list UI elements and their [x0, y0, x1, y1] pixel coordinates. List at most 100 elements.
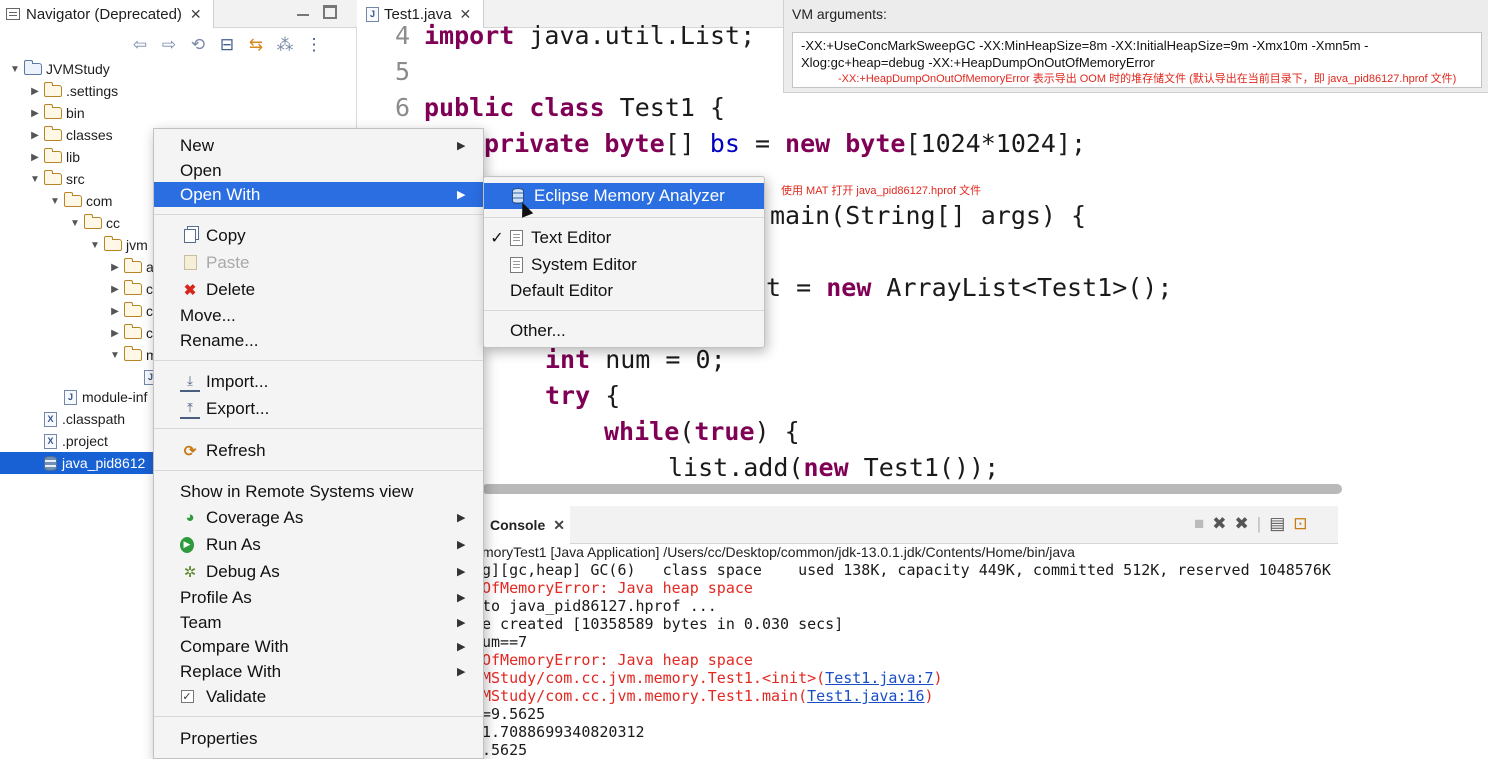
forward-arrow-icon[interactable]: ⇨ — [159, 35, 179, 55]
menu-item-run-as[interactable]: ▶ Run As ▶ — [154, 532, 483, 557]
menu-item-coverage-as[interactable]: ◕ Coverage As ▶ — [154, 505, 483, 530]
tree-item-folder[interactable]: ▼ m — [108, 344, 158, 366]
console-line: OfMemoryError: Java heap space — [482, 651, 753, 669]
menu-item-debug-as[interactable]: ✲ Debug As ▶ — [154, 559, 483, 584]
menu-item-properties[interactable]: Properties — [154, 726, 483, 751]
tree-item-folder[interactable]: ▶ lib — [28, 146, 80, 168]
menu-item-new[interactable]: New ▶ — [154, 133, 483, 158]
collapse-all-icon[interactable]: ⊟ — [217, 35, 237, 55]
tree-item-folder[interactable]: ▼ src — [28, 168, 85, 190]
code-line[interactable]: t = new ArrayList<Test1>(); — [766, 270, 1172, 306]
code-line[interactable]: 5 — [358, 54, 424, 90]
import-icon: ⤓ — [180, 372, 200, 392]
code-line[interactable]: list.add(new Test1()); — [668, 450, 999, 486]
horizontal-scrollbar[interactable] — [482, 484, 1342, 494]
refresh-icon: ⟳ — [183, 442, 197, 460]
folder-icon — [64, 192, 82, 207]
collapse-twisty-icon[interactable]: ▶ — [108, 284, 122, 295]
back-arrow-icon[interactable]: ⇦ — [130, 35, 150, 55]
menu-item-delete[interactable]: ✖ Delete — [154, 277, 483, 302]
close-icon[interactable]: ✕ — [190, 6, 202, 23]
submenu-item-text-editor[interactable]: ✓ Text Editor — [484, 225, 764, 251]
menu-item-copy[interactable]: Copy — [154, 223, 483, 248]
collapse-twisty-icon[interactable]: ▶ — [108, 306, 122, 317]
expand-twisty-icon[interactable]: ▼ — [68, 218, 82, 229]
navigator-tab[interactable]: Navigator (Deprecated) ✕ — [0, 0, 214, 28]
menu-item-open[interactable]: Open — [154, 158, 483, 183]
menu-item-replace-with[interactable]: Replace With ▶ — [154, 659, 483, 684]
vm-annotation-note: -XX:+HeapDumpOnOutOfMemoryError 表示导出 OOM… — [838, 73, 1457, 85]
tree-item-file[interactable]: J module-inf — [48, 386, 147, 408]
console-line: MStudy/com.cc.jvm.memory.Test1.main(Test… — [482, 687, 934, 705]
menu-item-open-with[interactable]: Open With ▶ — [154, 182, 483, 207]
minimize-icon[interactable] — [296, 5, 310, 19]
tree-item-label: .settings — [66, 83, 119, 99]
remove-launch-icon[interactable]: ✖ — [1212, 514, 1226, 534]
up-folder-icon[interactable]: ⟲ — [188, 35, 208, 55]
tree-item-folder[interactable]: ▶ c — [108, 278, 153, 300]
menu-item-show-remote[interactable]: Show in Remote Systems view — [154, 479, 483, 504]
collapse-twisty-icon[interactable]: ▶ — [108, 328, 122, 339]
code-line[interactable]: while(true) { — [604, 414, 800, 450]
collapse-twisty-icon[interactable]: ▶ — [28, 130, 42, 141]
console-line: g][gc,heap] GC(6) class space used 138K,… — [482, 561, 1331, 579]
menu-item-profile-as[interactable]: Profile As ▶ — [154, 585, 483, 610]
view-menu-icon[interactable]: ⋮ — [304, 35, 324, 55]
menu-item-compare-with[interactable]: Compare With ▶ — [154, 634, 483, 659]
submenu-item-other[interactable]: Other... — [484, 318, 764, 344]
tree-item-folder[interactable]: ▶ bin — [28, 102, 85, 124]
console-tab[interactable]: Console ✕ — [482, 506, 570, 544]
tree-item-file[interactable]: X .classpath — [28, 408, 125, 430]
tree-item-folder[interactable]: ▶ classes — [28, 124, 113, 146]
tree-item-folder[interactable]: ▶ .settings — [28, 80, 118, 102]
terminate-icon[interactable]: ■ — [1194, 514, 1204, 534]
menu-item-move[interactable]: Move... — [154, 303, 483, 328]
tree-item-folder[interactable]: ▶ c — [108, 322, 153, 344]
menu-item-rename[interactable]: Rename... — [154, 328, 483, 353]
submenu-arrow-icon: ▶ — [457, 566, 466, 578]
menu-item-refresh[interactable]: ⟳ Refresh — [154, 438, 483, 463]
navigator-title: Navigator (Deprecated) — [26, 5, 182, 23]
collapse-twisty-icon[interactable]: ▶ — [108, 262, 122, 273]
code-line[interactable]: 6 public class Test1 { — [358, 90, 725, 126]
link-with-editor-icon[interactable]: ⇆ — [246, 35, 266, 55]
tree-item-folder[interactable]: ▼ com — [48, 190, 112, 212]
tree-item-project[interactable]: ▼ JVMStudy — [8, 58, 110, 80]
close-icon[interactable]: ✕ — [553, 517, 565, 534]
maximize-icon[interactable] — [323, 5, 337, 19]
expand-twisty-icon[interactable]: ▼ — [28, 174, 42, 185]
navigator-icon — [6, 8, 20, 20]
tree-item-folder[interactable]: ▼ jvm — [88, 234, 148, 256]
stacktrace-link[interactable]: Test1.java:7 — [825, 669, 933, 687]
code-line[interactable]: private byte[] bs = new byte[1024*1024]; — [484, 126, 1086, 162]
menu-item-team[interactable]: Team ▶ — [154, 610, 483, 635]
collapse-twisty-icon[interactable]: ▶ — [28, 86, 42, 97]
menu-item-export[interactable]: ⤒ Export... — [154, 396, 483, 421]
collapse-twisty-icon[interactable]: ▶ — [28, 108, 42, 119]
submenu-item-system-editor[interactable]: System Editor — [484, 252, 764, 278]
tree-item-heap-dump[interactable]: java_pid8612 — [0, 452, 154, 474]
expand-twisty-icon[interactable]: ▼ — [8, 64, 22, 75]
navigator-tabbar: Navigator (Deprecated) ✕ — [0, 0, 357, 28]
code-line[interactable]: try { — [545, 378, 620, 414]
submenu-arrow-icon: ▶ — [457, 512, 466, 524]
submenu-item-default-editor[interactable]: Default Editor — [484, 278, 764, 304]
heap-dump-icon — [44, 455, 57, 471]
tree-item-folder[interactable]: ▶ c — [108, 300, 153, 322]
scroll-lock-icon[interactable]: ⊡ — [1293, 514, 1307, 534]
tree-item-folder[interactable]: ▶ a — [108, 256, 154, 278]
expand-twisty-icon[interactable]: ▼ — [48, 196, 62, 207]
stacktrace-link[interactable]: Test1.java:16 — [807, 687, 924, 705]
menu-item-validate[interactable]: ✓ Validate — [154, 684, 483, 709]
remove-all-launches-icon[interactable]: ✖ — [1235, 514, 1249, 534]
tree-item-folder[interactable]: ▼ cc — [68, 212, 120, 234]
collapse-twisty-icon[interactable]: ▶ — [28, 152, 42, 163]
filter-icon[interactable]: ⁂ — [275, 35, 295, 55]
menu-item-import[interactable]: ⤓ Import... — [154, 369, 483, 394]
code-line[interactable]: 4 import java.util.List; — [358, 18, 755, 54]
expand-twisty-icon[interactable]: ▼ — [88, 240, 102, 251]
expand-twisty-icon[interactable]: ▼ — [108, 350, 122, 361]
tree-item-file[interactable]: X .project — [28, 430, 108, 452]
code-line[interactable]: main(String[] args) { — [770, 198, 1086, 234]
clear-console-icon[interactable]: ▤ — [1269, 514, 1285, 534]
